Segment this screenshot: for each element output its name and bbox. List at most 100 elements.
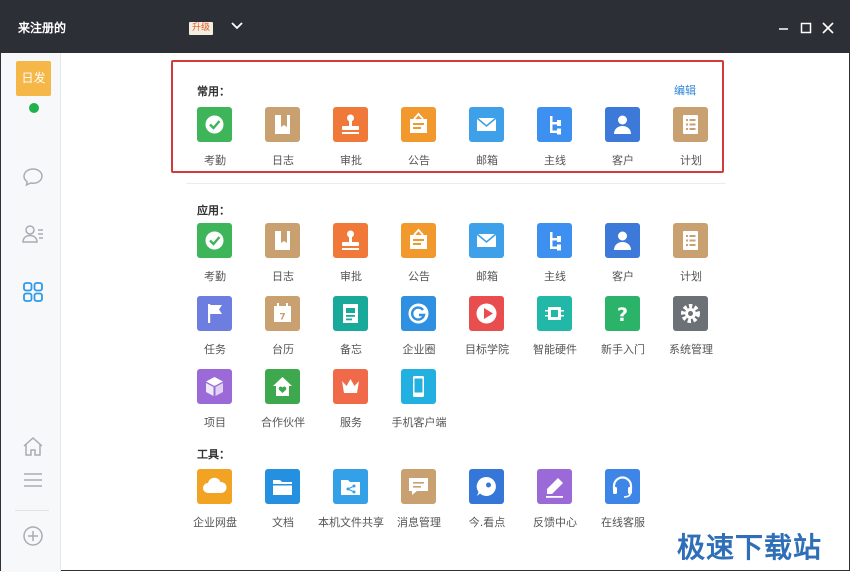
cloud-icon[interactable] xyxy=(197,469,232,504)
person-icon[interactable] xyxy=(605,223,640,258)
app-item-6[interactable]: 客户 xyxy=(587,223,659,283)
phone-icon[interactable] xyxy=(401,369,436,404)
sidebar-divider xyxy=(15,510,49,511)
folder-icon[interactable] xyxy=(265,469,300,504)
eye-bubble-icon[interactable] xyxy=(469,469,504,504)
memo-icon[interactable] xyxy=(333,296,368,331)
checklist-icon[interactable] xyxy=(673,223,708,258)
app-item-1[interactable]: 合作伙伴 xyxy=(247,369,319,429)
app-item-6[interactable]: ? 新手入门 xyxy=(587,296,659,356)
tool-label: 消息管理 xyxy=(397,516,441,529)
frequent-app-item-7[interactable]: 计划 xyxy=(655,107,727,167)
chip-icon[interactable] xyxy=(537,296,572,331)
play-icon[interactable] xyxy=(469,296,504,331)
app-item-7[interactable]: 系统管理 xyxy=(655,296,727,356)
tools-section-label: 工具： xyxy=(197,448,230,461)
flag-icon[interactable] xyxy=(197,296,232,331)
app-item-4[interactable]: 邮箱 xyxy=(451,223,523,283)
section-divider xyxy=(186,183,726,184)
shared-folder-icon[interactable] xyxy=(333,469,368,504)
close-icon[interactable] xyxy=(821,20,835,34)
app-item-5[interactable]: 主线 xyxy=(519,223,591,283)
tool-item-3[interactable]: 消息管理 xyxy=(383,469,455,529)
question-icon[interactable]: ? xyxy=(605,296,640,331)
app-item-0[interactable]: 项目 xyxy=(179,369,251,429)
app-item-4[interactable]: 目标学院 xyxy=(451,296,523,356)
tree-branch-icon[interactable] xyxy=(537,107,572,142)
edit-link[interactable]: 编辑 xyxy=(674,82,696,98)
app-item-1[interactable]: 7 台历 xyxy=(247,296,319,356)
contacts-icon[interactable] xyxy=(21,222,45,246)
upgrade-badge[interactable]: 升级 xyxy=(189,22,214,35)
frequent-app-item-3[interactable]: 公告 xyxy=(383,107,455,167)
home-icon[interactable] xyxy=(21,435,45,459)
app-item-0[interactable]: 考勤 xyxy=(179,223,251,283)
tool-label: 今.看点 xyxy=(468,516,506,529)
tool-item-6[interactable]: 在线客服 xyxy=(587,469,659,529)
app-item-1[interactable]: 日志 xyxy=(247,223,319,283)
add-circle-icon[interactable] xyxy=(21,524,45,548)
pen-icon[interactable] xyxy=(537,469,572,504)
app-item-2[interactable]: 审批 xyxy=(315,223,387,283)
app-item-5[interactable]: 智能硬件 xyxy=(519,296,591,356)
person-icon[interactable] xyxy=(605,107,640,142)
notebook-icon[interactable] xyxy=(265,223,300,258)
app-label: 计划 xyxy=(680,270,702,283)
app-item-0[interactable]: 任务 xyxy=(179,296,251,356)
svg-text:?: ? xyxy=(617,304,628,326)
notice-board-icon[interactable] xyxy=(401,107,436,142)
app-item-7[interactable]: 计划 xyxy=(655,223,727,283)
g-circle-icon[interactable] xyxy=(401,296,436,331)
tree-branch-icon[interactable] xyxy=(537,223,572,258)
app-label: 日志 xyxy=(272,270,294,283)
notice-board-icon[interactable] xyxy=(401,223,436,258)
app-item-3[interactable]: 手机客户端 xyxy=(383,369,455,429)
tool-item-2[interactable]: 本机文件共享 xyxy=(315,469,387,529)
app-item-3[interactable]: 企业圈 xyxy=(383,296,455,356)
app-label: 考勤 xyxy=(204,270,226,283)
check-circle-icon[interactable] xyxy=(197,223,232,258)
frequent-section-label: 常用： xyxy=(197,85,230,98)
apps-grid-icon[interactable] xyxy=(21,280,45,304)
notebook-icon[interactable] xyxy=(265,107,300,142)
frequent-app-item-5[interactable]: 主线 xyxy=(519,107,591,167)
app-label: 审批 xyxy=(340,270,362,283)
app-label: 项目 xyxy=(204,416,226,429)
menu-icon[interactable] xyxy=(21,468,45,492)
crown-icon[interactable] xyxy=(333,369,368,404)
envelope-icon[interactable] xyxy=(469,223,504,258)
tool-item-5[interactable]: 反馈中心 xyxy=(519,469,591,529)
stamp-icon[interactable] xyxy=(333,223,368,258)
tool-item-4[interactable]: 今.看点 xyxy=(451,469,523,529)
watermark-text: 极速下载站 xyxy=(677,531,823,564)
tool-label: 企业网盘 xyxy=(193,516,237,529)
frequent-app-item-0[interactable]: 考勤 xyxy=(179,107,251,167)
tool-label: 反馈中心 xyxy=(533,516,577,529)
house-heart-icon[interactable] xyxy=(265,369,300,404)
frequent-app-item-6[interactable]: 客户 xyxy=(587,107,659,167)
app-item-2[interactable]: 备忘 xyxy=(315,296,387,356)
chevron-down-icon[interactable] xyxy=(230,18,244,32)
stamp-icon[interactable] xyxy=(333,107,368,142)
tool-item-0[interactable]: 企业网盘 xyxy=(179,469,251,529)
calendar-icon[interactable]: 7 xyxy=(265,296,300,331)
app-item-2[interactable]: 服务 xyxy=(315,369,387,429)
avatar[interactable]: 日发 xyxy=(16,61,51,96)
maximize-icon[interactable] xyxy=(799,20,813,34)
headset-icon[interactable] xyxy=(605,469,640,504)
message-icon[interactable] xyxy=(401,469,436,504)
app-label: 公告 xyxy=(408,270,430,283)
tool-item-1[interactable]: 文档 xyxy=(247,469,319,529)
frequent-app-item-1[interactable]: 日志 xyxy=(247,107,319,167)
minimize-icon[interactable] xyxy=(777,20,791,34)
app-item-3[interactable]: 公告 xyxy=(383,223,455,283)
frequent-app-item-4[interactable]: 邮箱 xyxy=(451,107,523,167)
envelope-icon[interactable] xyxy=(469,107,504,142)
check-circle-icon[interactable] xyxy=(197,107,232,142)
checklist-icon[interactable] xyxy=(673,107,708,142)
cube-icon[interactable] xyxy=(197,369,232,404)
frequent-app-item-2[interactable]: 审批 xyxy=(315,107,387,167)
app-label: 任务 xyxy=(204,343,226,356)
chat-bubble-icon[interactable] xyxy=(21,165,45,189)
gear-icon[interactable] xyxy=(673,296,708,331)
